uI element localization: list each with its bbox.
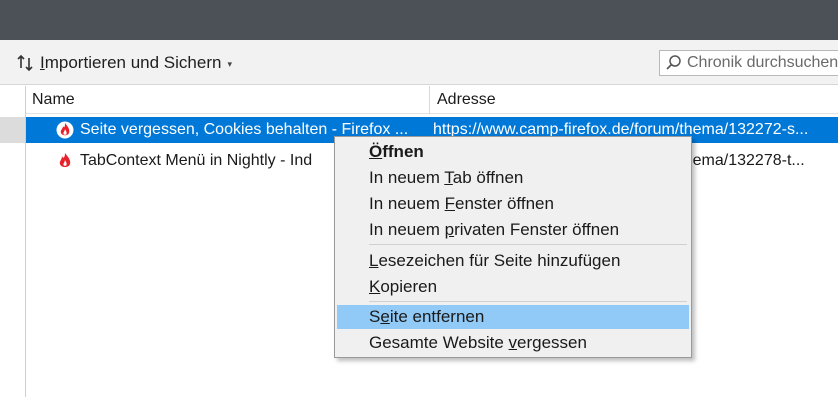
menu-item-open-new-tab[interactable]: In neuem Tab öffnen	[337, 166, 689, 190]
menu-item-delete-page[interactable]: Seite entfernen	[337, 305, 689, 329]
column-header-name[interactable]: Name	[26, 86, 430, 114]
import-backup-button[interactable]: Importieren und Sichern ▾	[14, 50, 232, 76]
menu-item-forget-site[interactable]: Gesamte Website vergessen	[337, 331, 689, 355]
menu-item-copy[interactable]: Kopieren	[337, 275, 689, 299]
camp-firefox-favicon	[56, 121, 74, 139]
sidebar-selected-item[interactable]	[0, 117, 25, 143]
camp-firefox-favicon	[59, 153, 71, 167]
import-export-arrows-icon	[17, 54, 33, 72]
menu-separator	[369, 244, 687, 245]
window-titlebar	[0, 0, 838, 40]
search-icon	[666, 55, 681, 70]
menu-item-open[interactable]: Öffnen	[337, 140, 689, 164]
menu-item-open-new-window[interactable]: In neuem Fenster öffnen	[337, 192, 689, 216]
menu-item-bookmark-page[interactable]: Lesezeichen für Seite hinzufügen	[337, 249, 689, 273]
column-header-address[interactable]: Adresse	[431, 86, 838, 114]
context-menu: Öffnen In neuem Tab öffnen In neuem Fens…	[334, 136, 692, 358]
sidebar-tree[interactable]	[0, 86, 26, 397]
menu-item-open-private-window[interactable]: In neuem privaten Fenster öffnen	[337, 218, 689, 242]
chevron-down-icon: ▾	[227, 59, 232, 69]
import-backup-label: Importieren und Sichern	[40, 53, 222, 72]
search-placeholder: Chronik durchsuchen	[687, 54, 838, 71]
column-header: Name Adresse	[26, 86, 838, 114]
menu-separator	[369, 301, 687, 302]
history-search-input[interactable]: Chronik durchsuchen	[659, 50, 838, 76]
